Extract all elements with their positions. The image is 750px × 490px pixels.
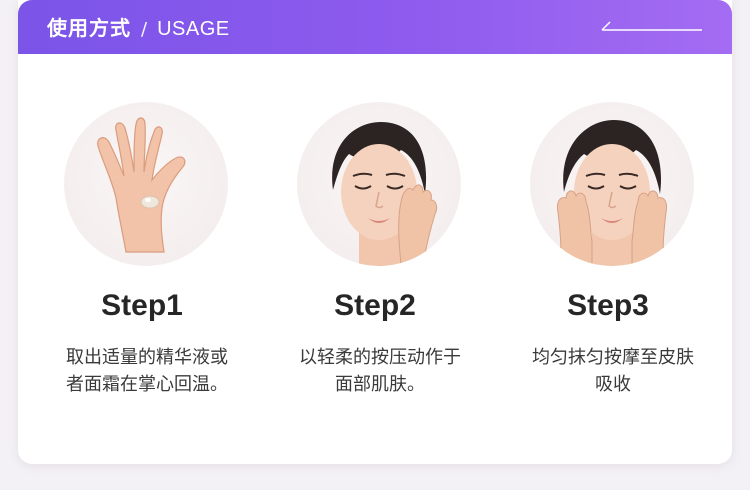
step-2: Step2 以轻柔的按压动作于面部肌肤。 xyxy=(256,54,494,464)
step-2-title: Step2 xyxy=(334,289,416,322)
step-1-title: Step1 xyxy=(101,289,183,322)
arrow-decoration-icon xyxy=(601,21,702,31)
header-title-en: USAGE xyxy=(157,18,230,40)
steps-section: Step1 取出适量的精华液或者面霜在掌心回温。 Step2 以轻柔的按压动作于… xyxy=(18,54,732,464)
hand-with-cream-icon xyxy=(97,117,186,253)
step-3: Step3 均匀抹匀按摩至皮肤吸收 xyxy=(489,54,727,464)
step-2-photo xyxy=(297,102,461,266)
step-2-description: 以轻柔的按压动作于面部肌肤。 xyxy=(299,347,461,395)
step-1-photo xyxy=(64,102,228,266)
step-3-title: Step3 xyxy=(567,289,649,322)
usage-card: 使用方式 / USAGE Step1 取出适量的精华液或者面霜在掌心回温。 St… xyxy=(18,0,732,464)
header-separator: / xyxy=(141,19,148,40)
face-one-hand-press-icon xyxy=(332,122,438,266)
step-1: Step1 取出适量的精华液或者面霜在掌心回温。 xyxy=(23,54,261,464)
header-title-cn: 使用方式 xyxy=(47,16,131,40)
step-3-description: 均匀抹匀按摩至皮肤吸收 xyxy=(532,347,694,395)
usage-header: 使用方式 / USAGE xyxy=(18,0,732,54)
step-3-photo xyxy=(530,102,694,266)
header-title: 使用方式 / USAGE xyxy=(47,14,230,42)
step-1-description: 取出适量的精华液或者面霜在掌心回温。 xyxy=(66,347,228,395)
face-two-hands-massage-icon xyxy=(557,120,667,266)
